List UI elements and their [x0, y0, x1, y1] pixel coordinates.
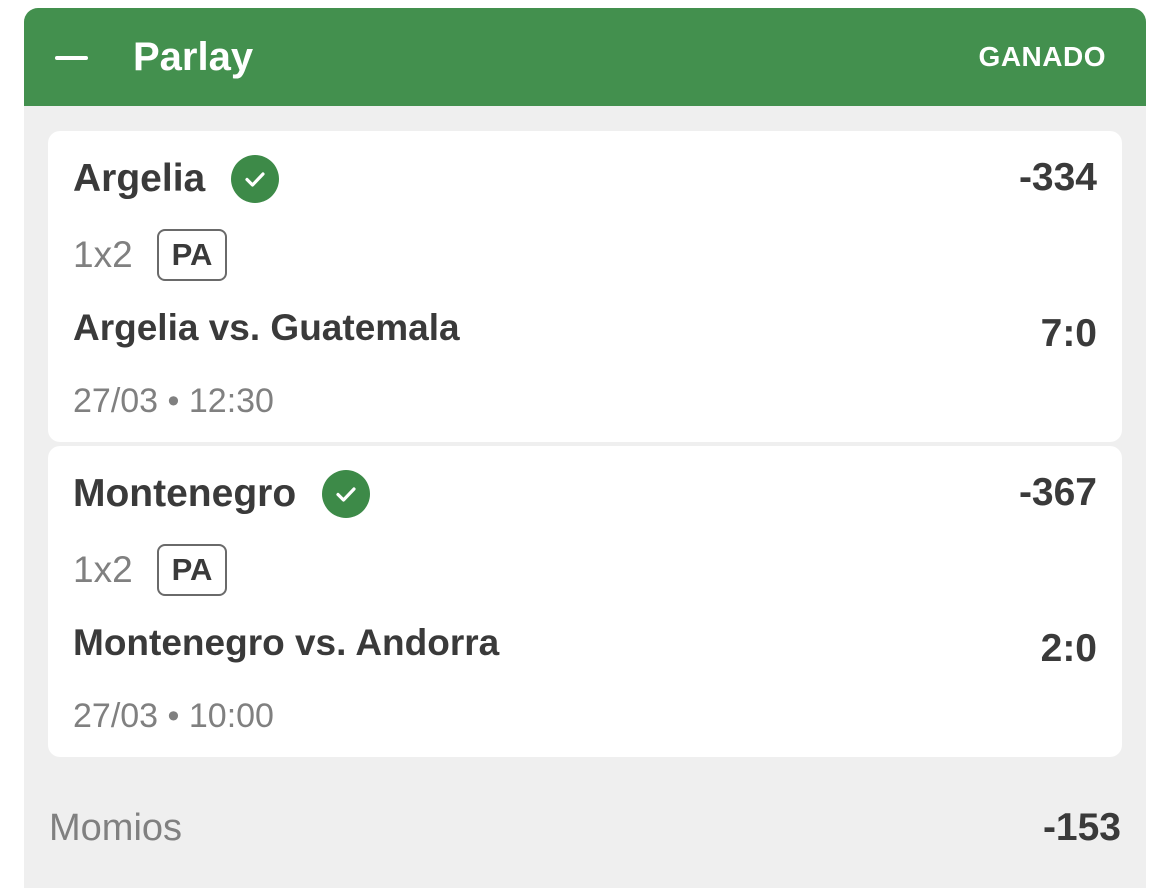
selection-odds: -367	[1018, 471, 1097, 514]
market-type: 1x2	[73, 234, 133, 275]
check-circle-icon	[322, 470, 371, 518]
match-name[interactable]: Argelia vs. Guatemala	[73, 305, 460, 351]
pa-badge: PA	[156, 229, 228, 281]
selection-card: Argelia -334 1x2 PA Argelia vs. Guatemal…	[48, 131, 1122, 442]
market-row: 1x2 PA	[73, 544, 228, 596]
match-datetime: 27/03 • 12:30	[73, 382, 274, 420]
parlay-title: Parlay	[133, 35, 254, 79]
selection-team-row: Montenegro	[73, 470, 371, 518]
selection-team: Argelia	[73, 157, 206, 200]
pa-badge: PA	[156, 544, 228, 596]
odds-summary-value: -153	[1042, 806, 1121, 849]
selection-card: Montenegro -367 1x2 PA Montenegro vs. An…	[48, 446, 1122, 757]
match-datetime: 27/03 • 10:00	[73, 697, 274, 735]
bet-status-label: GANADO	[978, 41, 1106, 72]
selection-team-row: Argelia	[73, 155, 280, 203]
selection-team: Montenegro	[73, 472, 297, 515]
parlay-header[interactable]: Parlay GANADO	[24, 8, 1146, 106]
market-type: 1x2	[73, 549, 133, 590]
odds-summary-label: Momios	[49, 807, 183, 849]
minus-icon[interactable]	[55, 56, 88, 60]
match-name[interactable]: Montenegro vs. Andorra	[73, 620, 499, 666]
market-row: 1x2 PA	[73, 229, 228, 281]
match-score: 2:0	[1040, 627, 1097, 670]
match-score: 7:0	[1040, 312, 1097, 355]
check-circle-icon	[231, 155, 280, 203]
parlay-panel: Parlay GANADO Argelia -334 1x2 PA Argeli…	[24, 8, 1146, 888]
selection-odds: -334	[1018, 156, 1097, 199]
